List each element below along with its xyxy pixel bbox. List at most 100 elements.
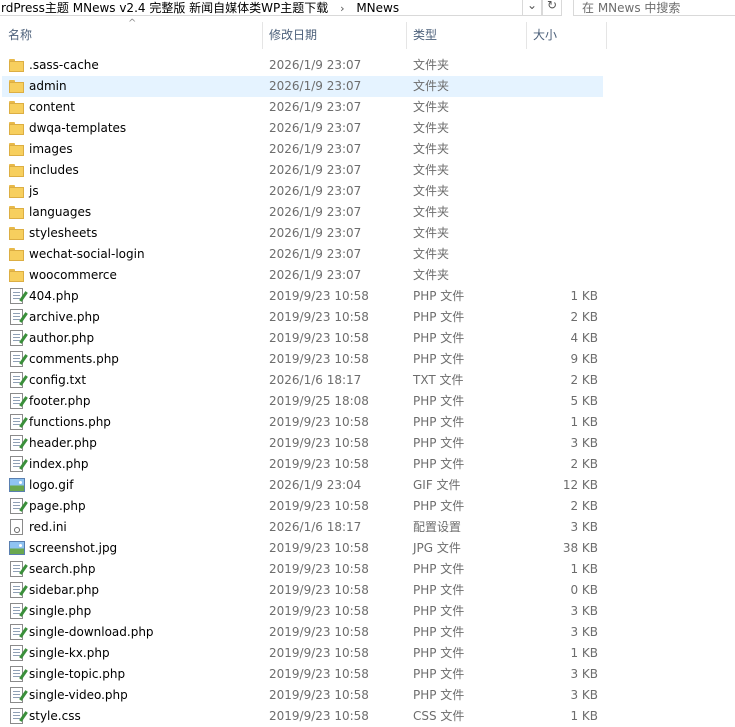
folder-icon [9, 204, 25, 221]
breadcrumb: rdPress主题 MNews v2.4 完整版 新闻自媒体类WP主题下载 › … [1, 0, 399, 16]
file-row[interactable]: footer.php 2019/9/25 18:08 PHP 文件 5 KB [0, 391, 735, 412]
file-row[interactable]: search.php 2019/9/23 10:58 PHP 文件 1 KB [0, 559, 735, 580]
file-row[interactable]: single-topic.php 2019/9/23 10:58 PHP 文件 3 K… [0, 664, 735, 685]
file-date: 2019/9/23 10:58 [269, 583, 369, 597]
php-file-icon [9, 603, 28, 620]
folder-icon [9, 99, 25, 116]
file-row[interactable]: comments.php 2019/9/23 10:58 PHP 文件 9 KB [0, 349, 735, 370]
file-row[interactable]: logo.gif 2026/1/9 23:04 GIF 文件 12 KB [0, 475, 735, 496]
file-row[interactable]: style.css 2019/9/23 10:58 CSS 文件 1 KB [0, 706, 735, 727]
file-row[interactable]: single-video.php 2019/9/23 10:58 PHP 文件 3 K… [0, 685, 735, 706]
column-header-size[interactable]: 大小 [533, 22, 557, 49]
file-date: 2019/9/23 10:58 [269, 709, 369, 723]
column-divider[interactable] [406, 22, 407, 49]
file-row[interactable]: woocommerce 2026/1/9 23:07 文件夹 [0, 265, 735, 286]
file-date: 2026/1/9 23:07 [269, 121, 362, 135]
php-file-icon [9, 435, 28, 452]
file-date: 2026/1/9 23:07 [269, 184, 362, 198]
folder-icon [9, 141, 25, 158]
sort-ascending-icon: ^ [128, 18, 137, 29]
search-input[interactable]: 在 MNews 中搜索 [573, 0, 735, 16]
column-header-name[interactable]: 名称 [8, 22, 32, 49]
file-row[interactable]: sidebar.php 2019/9/23 10:58 PHP 文件 0 KB [0, 580, 735, 601]
php-file-icon [9, 624, 28, 641]
php-file-icon [9, 414, 28, 431]
file-type: JPG 文件 [413, 541, 461, 555]
column-header-type[interactable]: 类型 [413, 22, 437, 49]
file-date: 2019/9/23 10:58 [269, 625, 369, 639]
file-name: stylesheets [29, 226, 98, 240]
file-name: screenshot.jpg [29, 541, 118, 555]
file-row[interactable]: author.php 2019/9/23 10:58 PHP 文件 4 KB [0, 328, 735, 349]
image-file-icon [9, 540, 25, 557]
file-type: PHP 文件 [413, 625, 465, 639]
php-file-icon [9, 330, 28, 347]
file-type: 文件夹 [413, 268, 450, 282]
file-row[interactable]: js 2026/1/9 23:07 文件夹 [0, 181, 735, 202]
file-type: PHP 文件 [413, 688, 465, 702]
file-type: PHP 文件 [413, 562, 465, 576]
file-type: 文件夹 [413, 163, 450, 177]
file-type: PHP 文件 [413, 289, 465, 303]
column-header-date[interactable]: 修改日期 [269, 22, 317, 49]
file-date: 2026/1/9 23:04 [269, 478, 362, 492]
file-name: single-video.php [29, 688, 128, 702]
file-size: 38 KB [562, 541, 598, 555]
file-date: 2019/9/23 10:58 [269, 415, 369, 429]
file-row[interactable]: admin 2026/1/9 23:07 文件夹 [0, 76, 735, 97]
php-file-icon [9, 351, 28, 368]
file-row[interactable]: 404.php 2019/9/23 10:58 PHP 文件 1 KB [0, 286, 735, 307]
column-divider[interactable] [526, 22, 527, 49]
file-row[interactable]: page.php 2019/9/23 10:58 PHP 文件 2 KB [0, 496, 735, 517]
file-row[interactable]: includes 2026/1/9 23:07 文件夹 [0, 160, 735, 181]
file-row[interactable]: .sass-cache 2026/1/9 23:07 文件夹 [0, 55, 735, 76]
file-name: .sass-cache [29, 58, 99, 72]
file-type: PHP 文件 [413, 331, 465, 345]
file-row[interactable]: content 2026/1/9 23:07 文件夹 [0, 97, 735, 118]
file-name: functions.php [29, 415, 111, 429]
file-date: 2019/9/23 10:58 [269, 499, 369, 513]
file-row[interactable]: functions.php 2019/9/23 10:58 PHP 文件 1 KB [0, 412, 735, 433]
file-row[interactable]: wechat-social-login 2026/1/9 23:07 文件夹 [0, 244, 735, 265]
file-type: PHP 文件 [413, 646, 465, 660]
file-name: config.txt [29, 373, 87, 387]
file-size: 12 KB [562, 478, 598, 492]
file-size: 3 KB [570, 520, 598, 534]
file-size: 2 KB [570, 310, 598, 324]
file-row[interactable]: languages 2026/1/9 23:07 文件夹 [0, 202, 735, 223]
file-size: 3 KB [570, 436, 598, 450]
column-divider[interactable] [606, 22, 607, 49]
file-row[interactable]: dwqa-templates 2026/1/9 23:07 文件夹 [0, 118, 735, 139]
breadcrumb-item-current[interactable]: MNews [356, 1, 399, 15]
column-divider[interactable] [262, 22, 263, 49]
file-date: 2019/9/23 10:58 [269, 310, 369, 324]
file-date: 2019/9/23 10:58 [269, 541, 369, 555]
file-row[interactable]: archive.php 2019/9/23 10:58 PHP 文件 2 KB [0, 307, 735, 328]
file-row[interactable]: index.php 2019/9/23 10:58 PHP 文件 2 KB [0, 454, 735, 475]
breadcrumb-separator[interactable]: › [340, 2, 344, 15]
file-date: 2019/9/23 10:58 [269, 562, 369, 576]
file-row[interactable]: stylesheets 2026/1/9 23:07 文件夹 [0, 223, 735, 244]
file-row[interactable]: single-download.php 2019/9/23 10:58 PHP 文件… [0, 622, 735, 643]
file-name: search.php [29, 562, 96, 576]
address-bar[interactable]: rdPress主题 MNews v2.4 完整版 新闻自媒体类WP主题下载 › … [0, 0, 523, 16]
file-row[interactable]: single.php 2019/9/23 10:58 PHP 文件 3 KB [0, 601, 735, 622]
php-file-icon [9, 645, 28, 662]
refresh-button[interactable]: ↻ [542, 0, 562, 16]
file-type: PHP 文件 [413, 436, 465, 450]
search-placeholder: 在 MNews 中搜索 [582, 1, 681, 15]
file-row[interactable]: screenshot.jpg 2019/9/23 10:58 JPG 文件 38 KB [0, 538, 735, 559]
file-row[interactable]: config.txt 2026/1/6 18:17 TXT 文件 2 KB [0, 370, 735, 391]
file-name: logo.gif [29, 478, 74, 492]
address-dropdown-button[interactable]: ⌄ [522, 0, 542, 16]
file-name: sidebar.php [29, 583, 100, 597]
file-row[interactable]: header.php 2019/9/23 10:58 PHP 文件 3 KB [0, 433, 735, 454]
file-row[interactable]: images 2026/1/9 23:07 文件夹 [0, 139, 735, 160]
file-name: js [29, 184, 39, 198]
file-row[interactable]: single-kx.php 2019/9/23 10:58 PHP 文件 1 KB [0, 643, 735, 664]
file-date: 2019/9/23 10:58 [269, 667, 369, 681]
file-row[interactable]: red.ini 2026/1/6 18:17 配置设置 3 KB [0, 517, 735, 538]
file-type: 文件夹 [413, 226, 450, 240]
breadcrumb-item-parent[interactable]: rdPress主题 MNews v2.4 完整版 新闻自媒体类WP主题下载 [1, 1, 328, 15]
php-file-icon [9, 456, 28, 473]
